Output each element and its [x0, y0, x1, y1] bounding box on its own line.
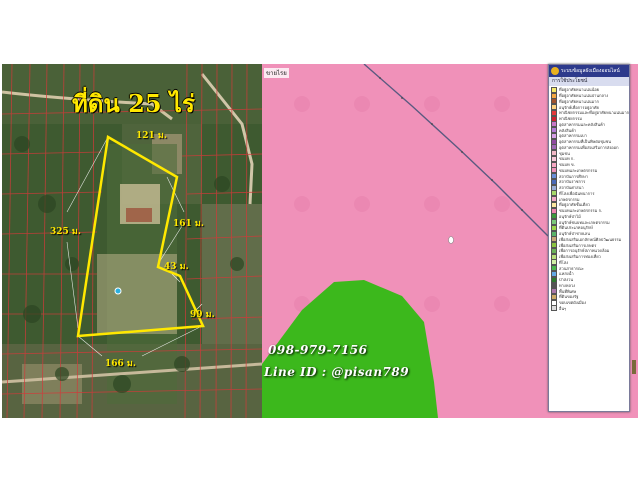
legend-label: ชนบทและเกษตรกรรม — [559, 167, 598, 173]
legend-label: ขอบเขตผังเมือง — [559, 300, 587, 306]
location-marker-icon — [448, 236, 454, 244]
legend-label: ที่อยู่อาศัยชั้นเดียว — [559, 202, 590, 208]
satellite-map-panel: ที่ดิน 25 ไร่ 121 ม. 325 ม. 161 ม. 43 ม.… — [2, 64, 262, 418]
legend-label: ที่อยู่อาศัยหนาแน่นมาก — [559, 98, 599, 104]
location-pin-icon — [114, 287, 122, 295]
legend-label: ที่โล่ง — [559, 259, 569, 265]
legend-label: อนุรักษ์ป่าไม้ — [559, 213, 581, 219]
dim-left: 325 ม. — [50, 227, 81, 237]
legend-label: ที่ดินของรัฐ — [559, 294, 579, 300]
legend-label: อื่นๆ — [559, 305, 567, 311]
legend-label: พาณิชยกรรมและที่อยู่อาศัยหนาแน่นมาก — [559, 110, 629, 116]
legend-label: เกษตรกรรม — [559, 196, 580, 202]
legend-label: สวนสาธารณะ — [559, 265, 584, 271]
contact-phone: 098-979-7156 — [268, 343, 368, 357]
legend-label: ป่าสงวน — [559, 277, 574, 283]
legend-label: ที่ดินประเภทอนุรักษ์ — [559, 225, 593, 231]
legend-label: ทางหลวง — [559, 282, 576, 288]
legend-label: พื้นที่พิเศษ — [559, 288, 577, 294]
dim-notch: 43 ม. — [164, 262, 189, 272]
legend-label: อนุรักษ์ชนบทและเกษตรกรรม — [559, 219, 610, 225]
legend-label: แหล่งน้ำ — [559, 271, 574, 277]
agency-logo-icon — [551, 67, 559, 75]
legend-label: พาณิชยกรรม — [559, 116, 583, 122]
dim-right-upper: 161 ม. — [173, 219, 204, 229]
legend-label: ชนบท ก. — [559, 156, 575, 162]
legend-label: อนุรักษ์เพื่อการอยู่อาศัย — [559, 104, 599, 110]
legend-label: เพื่อส่งเสริมเอกลักษณ์ศิลปวัฒนธรรม — [559, 236, 622, 242]
legend-label: ชนบทและเกษตรกรรม ก. — [559, 208, 603, 214]
legend-label: ที่อยู่อาศัยหนาแน่นน้อย — [559, 87, 600, 93]
legend-label: ที่อยู่อาศัยหนาแน่นปานกลาง — [559, 93, 609, 99]
legend-subheader: การใช้ประโยชน์ — [549, 77, 629, 86]
legend-label: สถาบันราชการ — [559, 179, 586, 185]
legend-swatch — [551, 305, 557, 312]
legend-header: ระบบข้อมูลผังเมืองออนไลน์ — [549, 65, 629, 77]
legend-item[interactable]: อื่นๆ — [551, 305, 629, 312]
legend-label: อุตสาหกรรมและคลังสินค้า — [559, 121, 606, 127]
dim-top: 121 ม. — [136, 131, 167, 141]
legend-label: สถาบันศาสนา — [559, 185, 584, 191]
legend-label: อนุรักษ์ป่าชายเลน — [559, 231, 590, 237]
legend-header-text: ระบบข้อมูลผังเมืองออนไลน์ — [561, 68, 620, 74]
legend-panel[interactable]: ระบบข้อมูลผังเมืองออนไลน์ การใช้ประโยชน์… — [548, 64, 630, 412]
dim-bottom: 166 ม. — [105, 359, 136, 369]
legend-item[interactable]: อุตสาหกรรมเพื่อส่งเสริมการส่งออก — [551, 144, 629, 151]
legend-label: ชุมชน — [559, 150, 570, 156]
legend-label: อุตสาหกรรมเพื่อส่งเสริมการส่งออก — [559, 144, 619, 150]
legend-item[interactable]: เพื่อส่งเสริมเอกลักษณ์ศิลปวัฒนธรรม — [551, 236, 629, 243]
map-scale-label: ขายไรย — [264, 68, 289, 78]
legend-label: ที่โล่งเพื่อนันทนาการ — [559, 190, 595, 196]
legend-list: ที่อยู่อาศัยหนาแน่นน้อย ที่อยู่อาศัยหนาแน… — [549, 86, 629, 312]
contact-line-id: Line ID : @pisan789 — [264, 365, 410, 379]
dim-right-lower: 99 ม. — [190, 310, 215, 320]
legend-label: เพื่อส่งเสริมการท่องเที่ยว — [559, 254, 601, 260]
scrollbar-thumb[interactable] — [632, 360, 636, 374]
legend-item[interactable]: พาณิชยกรรมและที่อยู่อาศัยหนาแน่นมาก — [551, 110, 629, 116]
legend-label: อุตสาหกรรมเบา — [559, 133, 587, 139]
legend-label: สถาบันการศึกษา — [559, 173, 589, 179]
legend-label: ชนบท ข. — [559, 162, 575, 168]
page-title: ที่ดิน 25 ไร่ — [72, 89, 195, 118]
legend-label: คลังสินค้า — [559, 127, 577, 133]
legend-label: เพื่อส่งเสริมการเกษตร — [559, 242, 597, 248]
legend-label: อุตสาหกรรมที่เป็นพิษต่อชุมชน — [559, 139, 612, 145]
legend-label: เพื่อการอนุรักษ์สภาพแวดล้อม — [559, 248, 610, 254]
